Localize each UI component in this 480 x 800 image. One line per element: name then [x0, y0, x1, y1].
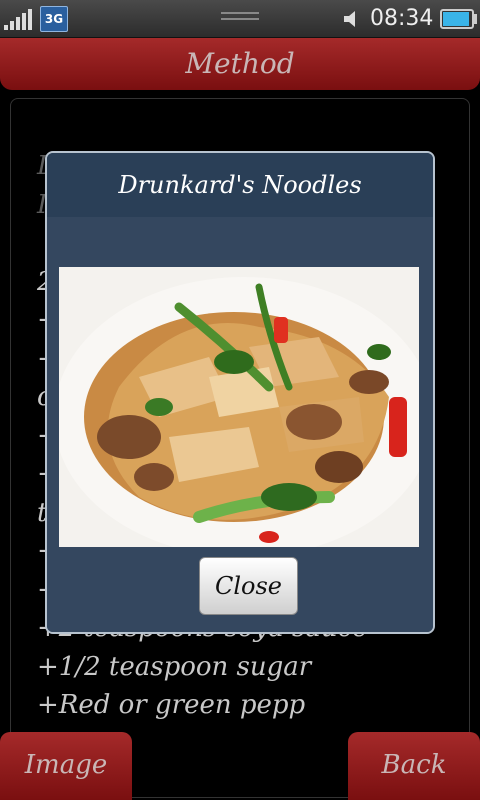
page-title: Method [0, 38, 480, 90]
battery-level [443, 12, 469, 26]
signal-icon [4, 9, 32, 30]
volume-icon [344, 11, 355, 27]
close-button[interactable]: Close [199, 557, 298, 615]
dialog-title: Drunkard's Noodles [47, 153, 433, 217]
image-button[interactable]: Image [0, 732, 132, 800]
battery-nub [474, 14, 477, 24]
back-button[interactable]: Back [348, 732, 480, 800]
status-bar: 3G 08:34 [0, 0, 480, 38]
status-clock: 08:34 [370, 6, 434, 31]
image-dialog: Drunkard's Noodles Close [45, 151, 435, 634]
drag-handle[interactable] [221, 12, 259, 24]
battery-icon [440, 9, 474, 29]
network-3g-icon: 3G [40, 6, 68, 32]
recipe-line: +1/2 teaspoon sugar [37, 651, 312, 682]
dish-photo [59, 267, 419, 547]
recipe-line: +Red or green pepp [37, 690, 306, 720]
noodles-image [59, 267, 419, 547]
dialog-body: Close [47, 217, 433, 632]
